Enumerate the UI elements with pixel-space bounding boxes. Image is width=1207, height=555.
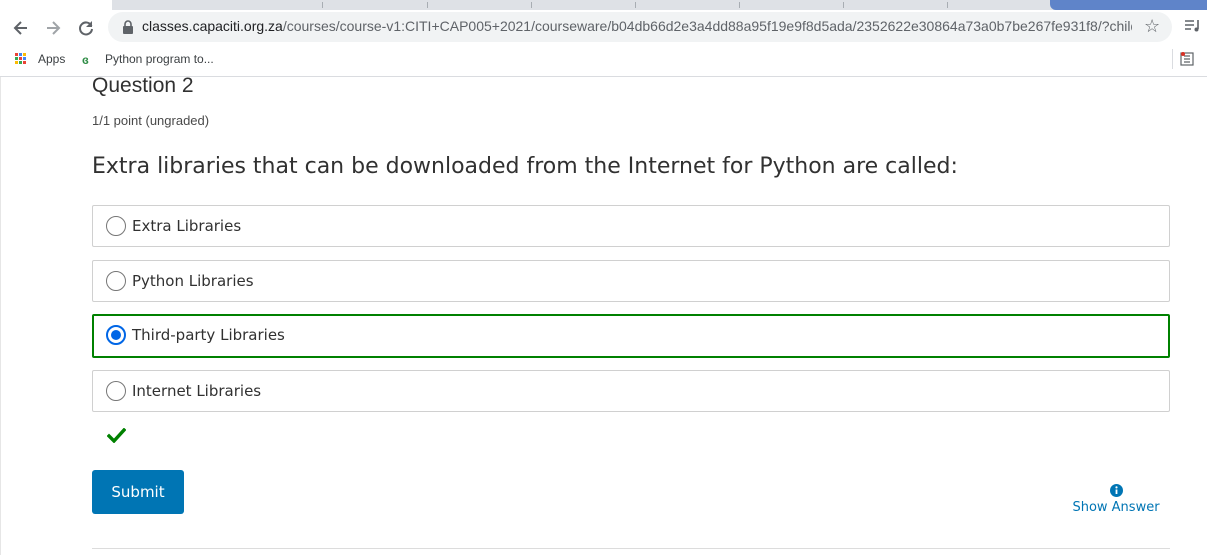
bookmarks-divider	[1172, 49, 1173, 69]
section-divider	[92, 548, 1170, 549]
tab-separator	[635, 2, 636, 8]
option-internet-libraries[interactable]: Internet Libraries	[92, 370, 1170, 412]
radio-dot	[111, 330, 121, 340]
bookmark-python-program[interactable]: Python program to...	[105, 52, 214, 66]
tab-separator	[739, 2, 740, 8]
geeksforgeeks-icon: ɞ	[82, 53, 89, 67]
profile-avatar[interactable]	[1050, 0, 1207, 10]
tab-separator	[322, 2, 323, 8]
tab-strip	[0, 0, 1207, 10]
content-edge	[0, 77, 1, 555]
radio-button[interactable]	[106, 271, 126, 291]
option-extra-libraries[interactable]: Extra Libraries	[92, 205, 1170, 247]
tab-separator	[843, 2, 844, 8]
option-label: Python Libraries	[132, 272, 254, 290]
info-icon	[1109, 484, 1123, 497]
radio-button[interactable]	[106, 381, 126, 401]
lock-icon[interactable]	[122, 20, 134, 34]
option-python-libraries[interactable]: Python Libraries	[92, 260, 1170, 302]
submit-button[interactable]: Submit	[92, 470, 184, 514]
url-path: /courses/course-v1:CITI+CAP005+2021/cour…	[282, 18, 1132, 34]
apps-grid-icon[interactable]	[15, 53, 27, 65]
bookmark-star-icon[interactable]: ☆	[1144, 16, 1160, 37]
active-tab[interactable]	[0, 0, 112, 10]
tab-separator	[947, 2, 948, 8]
option-label: Extra Libraries	[132, 217, 242, 235]
radio-button-selected[interactable]	[106, 325, 126, 345]
checkmark-icon	[107, 428, 126, 443]
question-points: 1/1 point (ungraded)	[92, 113, 210, 128]
tab-separator	[531, 2, 532, 8]
question-prompt: Extra libraries that can be downloaded f…	[92, 154, 958, 179]
media-control-icon[interactable]	[1184, 18, 1202, 34]
option-third-party-libraries[interactable]: Third-party Libraries	[92, 314, 1170, 358]
forward-arrow-icon[interactable]	[43, 18, 63, 38]
tab-separator	[427, 2, 428, 8]
show-answer-label: Show Answer	[1072, 500, 1160, 515]
radio-button[interactable]	[106, 216, 126, 236]
question-title: Question 2	[92, 74, 194, 97]
back-arrow-icon[interactable]	[11, 18, 31, 38]
bookmark-apps[interactable]: Apps	[38, 52, 65, 66]
url-text[interactable]: classes.capaciti.org.za/courses/course-v…	[142, 18, 1132, 34]
url-host: classes.capaciti.org.za	[142, 18, 283, 34]
reading-list-icon[interactable]	[1180, 52, 1196, 66]
option-label: Internet Libraries	[132, 382, 262, 400]
option-label: Third-party Libraries	[132, 326, 285, 344]
reload-icon[interactable]	[76, 18, 96, 38]
show-answer-button[interactable]: Show Answer	[1066, 484, 1166, 515]
